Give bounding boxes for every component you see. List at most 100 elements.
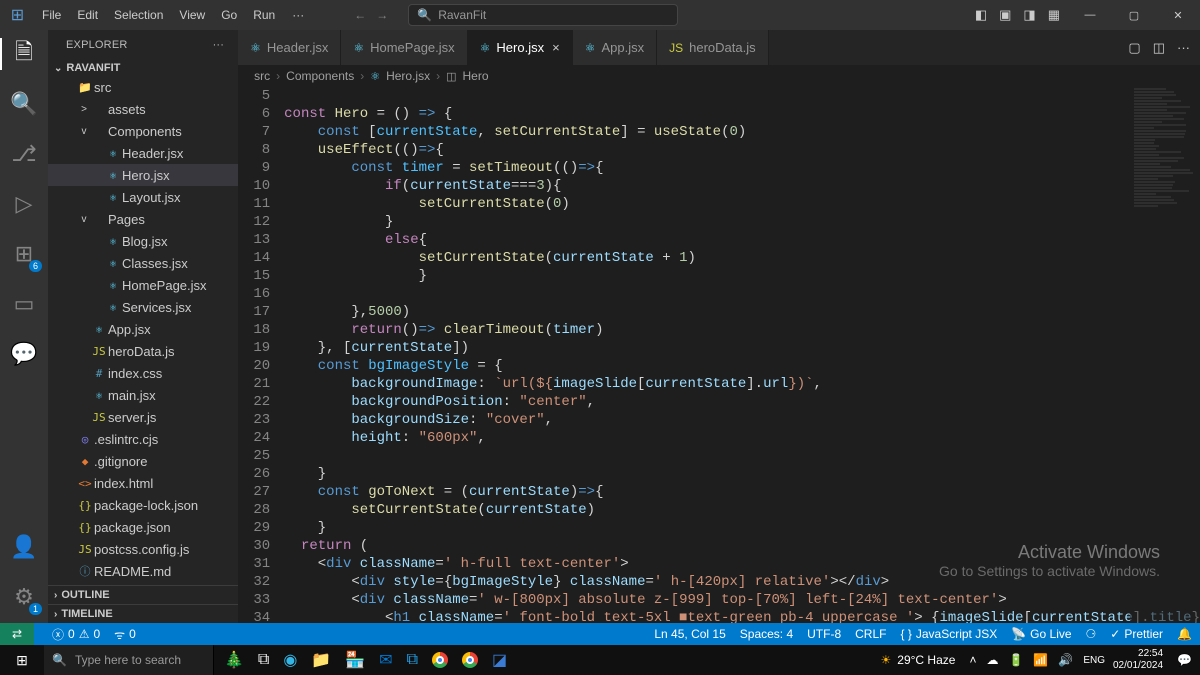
action-center-icon[interactable]: 💬 xyxy=(1169,653,1200,667)
toggle-secondary-sidebar-icon[interactable]: ◨ xyxy=(1023,7,1035,23)
menu-edit[interactable]: Edit xyxy=(70,4,105,26)
tree-item[interactable]: ⚛Hero.jsx xyxy=(48,164,238,186)
tray-chevron-icon[interactable]: ˄ xyxy=(969,653,976,667)
menu-go[interactable]: Go xyxy=(214,4,244,26)
tree-item[interactable]: ⚛App.jsx xyxy=(48,318,238,340)
go-live-button[interactable]: 📡 Go Live xyxy=(1011,627,1071,641)
breadcrumb-item[interactable]: src xyxy=(254,69,270,83)
chrome-canary-icon[interactable] xyxy=(462,652,478,668)
language-mode[interactable]: { } JavaScript JSX xyxy=(900,627,997,641)
tree-item[interactable]: vComponents xyxy=(48,120,238,142)
maximize-button[interactable]: ▢ xyxy=(1112,0,1156,30)
settings-icon[interactable]: ⚙1 xyxy=(0,581,48,613)
volume-icon[interactable]: 🔊 xyxy=(1058,653,1073,667)
command-center[interactable]: 🔍 RavanFit xyxy=(408,4,678,26)
device-icon[interactable]: ▭ xyxy=(0,288,48,320)
tree-item[interactable]: {}package-lock.json xyxy=(48,494,238,516)
run-debug-icon[interactable]: ▷ xyxy=(0,188,48,220)
nav-back-icon[interactable]: ← xyxy=(354,8,366,22)
open-editors-icon[interactable]: ▢ xyxy=(1128,40,1140,56)
taskbar-search[interactable]: 🔍 Type here to search xyxy=(44,645,214,675)
encoding-status[interactable]: UTF-8 xyxy=(807,627,841,641)
tree-item[interactable]: ⚛main.jsx xyxy=(48,384,238,406)
indentation-status[interactable]: Spaces: 4 xyxy=(740,627,793,641)
close-button[interactable]: ✕ xyxy=(1156,0,1200,30)
tree-item[interactable]: JSserver.js xyxy=(48,406,238,428)
remote-indicator[interactable]: ⇄ xyxy=(0,623,34,645)
battery-icon[interactable]: 🔋 xyxy=(1008,653,1023,667)
split-editor-icon[interactable]: ◫ xyxy=(1153,40,1165,56)
tree-item[interactable]: JSheroData.js xyxy=(48,340,238,362)
explorer-more-icon[interactable]: ··· xyxy=(213,39,225,51)
cortana-icon[interactable]: 🎄 xyxy=(224,650,244,670)
code-editor[interactable]: 5678910111213141516171819202122232425262… xyxy=(238,87,1200,623)
file-explorer-icon[interactable]: 📁 xyxy=(311,650,331,670)
menu-file[interactable]: File xyxy=(35,4,68,26)
tab-more-icon[interactable]: ··· xyxy=(1177,40,1190,55)
wifi-icon[interactable]: 📶 xyxy=(1033,653,1048,667)
tree-item[interactable]: ⓘREADME.md xyxy=(48,560,238,582)
project-root[interactable]: ⌄ RAVANFIT xyxy=(48,60,238,76)
onedrive-icon[interactable]: ☁ xyxy=(986,653,998,667)
tree-item[interactable]: ⚛HomePage.jsx xyxy=(48,274,238,296)
problems-status[interactable]: ⓧ0 ⚠0 xyxy=(52,626,100,643)
tree-item[interactable]: JSpostcss.config.js xyxy=(48,538,238,560)
search-activity-icon[interactable]: 🔍 xyxy=(0,88,48,120)
mail-icon[interactable]: ✉ xyxy=(379,650,392,670)
minimize-button[interactable]: — xyxy=(1068,0,1112,30)
cursor-position[interactable]: Ln 45, Col 15 xyxy=(654,627,725,641)
weather-widget[interactable]: ☀ 29°C Haze xyxy=(881,653,956,667)
app-icon[interactable]: ◪ xyxy=(492,650,507,670)
source-control-icon[interactable]: ⎇ xyxy=(0,138,48,170)
menu-overflow[interactable]: ··· xyxy=(282,4,314,26)
task-view-icon[interactable]: ⧉ xyxy=(258,651,269,669)
tree-item[interactable]: >assets xyxy=(48,98,238,120)
timeline-section[interactable]: ›TIMELINE xyxy=(48,604,238,623)
menu-selection[interactable]: Selection xyxy=(107,4,170,26)
tree-item[interactable]: ⚛Header.jsx xyxy=(48,142,238,164)
prettier-status[interactable]: ✓ Prettier xyxy=(1110,627,1163,641)
nav-forward-icon[interactable]: → xyxy=(376,8,388,22)
tree-item[interactable]: ⚛Layout.jsx xyxy=(48,186,238,208)
tree-item[interactable]: <>index.html xyxy=(48,472,238,494)
vscode-taskbar-icon[interactable]: ⧉ xyxy=(407,651,418,669)
editor-tab[interactable]: ⚛App.jsx xyxy=(573,30,657,65)
editor-tab[interactable]: ⚛Hero.jsx× xyxy=(468,30,573,65)
toggle-panel-icon[interactable]: ▣ xyxy=(999,7,1011,23)
editor-tab[interactable]: JSheroData.js xyxy=(657,30,769,65)
extensions-icon[interactable]: ⊞6 xyxy=(0,238,48,270)
language-indicator[interactable]: ENG xyxy=(1083,655,1105,666)
edge-icon[interactable]: ◉ xyxy=(283,650,297,670)
eol-status[interactable]: CRLF xyxy=(855,627,886,641)
store-icon[interactable]: 🏪 xyxy=(345,650,365,670)
tree-item[interactable]: ⚛Blog.jsx xyxy=(48,230,238,252)
tree-item[interactable]: ◆.gitignore xyxy=(48,450,238,472)
outline-section[interactable]: ›OUTLINE xyxy=(48,585,238,604)
tree-item[interactable]: ◎.eslintrc.cjs xyxy=(48,428,238,450)
notifications-icon[interactable]: 🔔 xyxy=(1177,627,1192,641)
menu-view[interactable]: View xyxy=(172,4,212,26)
customize-layout-icon[interactable]: ▦ xyxy=(1048,7,1060,23)
ports-status[interactable]: ᯤ0 xyxy=(114,626,136,643)
start-button[interactable]: ⊞ xyxy=(0,652,44,669)
chrome-icon[interactable] xyxy=(432,652,448,668)
tree-item[interactable]: #index.css xyxy=(48,362,238,384)
tree-item[interactable]: ⚛Classes.jsx xyxy=(48,252,238,274)
minimap[interactable] xyxy=(1130,87,1200,623)
tab-close-icon[interactable]: × xyxy=(552,40,560,55)
tree-item[interactable]: ⚛Services.jsx xyxy=(48,296,238,318)
breadcrumb-item[interactable]: Components xyxy=(286,69,354,83)
explorer-icon[interactable]: 🗎 xyxy=(0,38,48,70)
accounts-icon[interactable]: 👤 xyxy=(0,531,48,563)
editor-tab[interactable]: ⚛HomePage.jsx xyxy=(341,30,467,65)
taskbar-clock[interactable]: 22:54 02/01/2024 xyxy=(1113,648,1163,672)
code-content[interactable]: const Hero = () => { const [currentState… xyxy=(284,87,1200,623)
editor-tab[interactable]: ⚛Header.jsx xyxy=(238,30,341,65)
tree-item[interactable]: {}package.json xyxy=(48,516,238,538)
breadcrumb-item[interactable]: Hero xyxy=(463,69,489,83)
breadcrumb-item[interactable]: Hero.jsx xyxy=(386,69,430,83)
feedback-icon[interactable]: ⚆ xyxy=(1086,627,1097,641)
tree-item[interactable]: 📁src xyxy=(48,76,238,98)
breadcrumb[interactable]: src›Components›⚛Hero.jsx›◫Hero xyxy=(238,65,1200,87)
menu-run[interactable]: Run xyxy=(246,4,282,26)
